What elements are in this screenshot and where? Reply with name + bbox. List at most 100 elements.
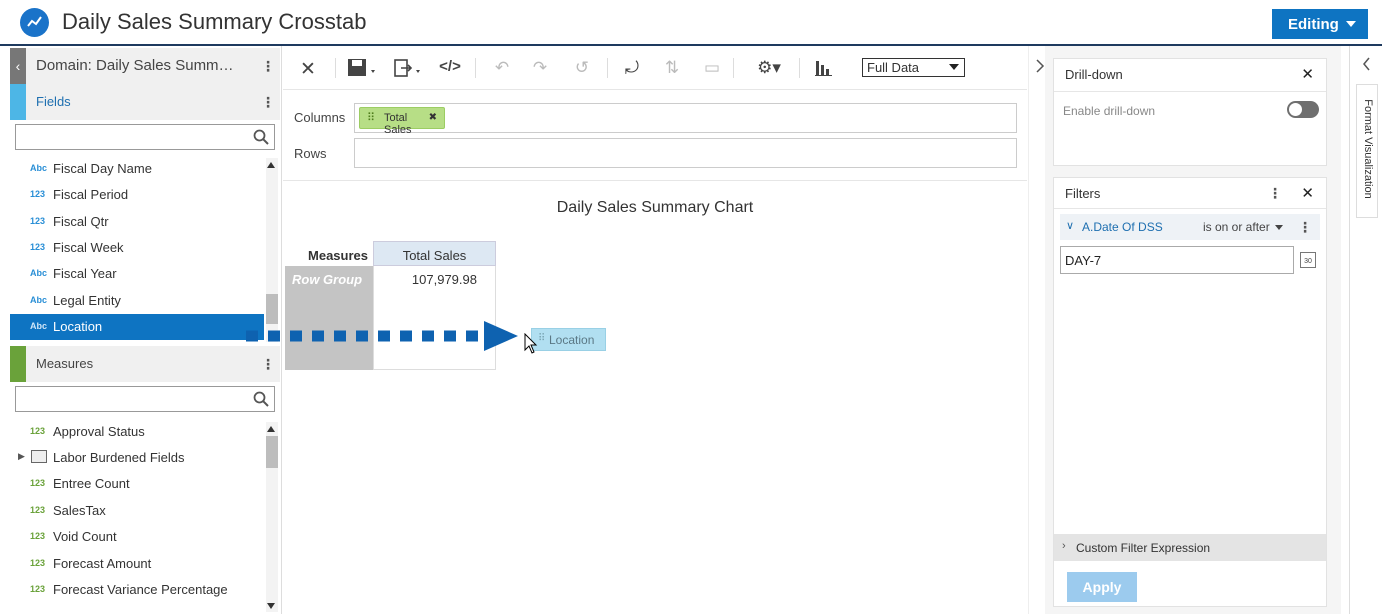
right-panel-collapse[interactable]: [1028, 46, 1046, 614]
folder-icon: [31, 450, 47, 463]
measure-item[interactable]: 123 Forecast Amount: [10, 551, 264, 577]
measure-item[interactable]: 123 Void Count: [10, 524, 264, 550]
number-type-icon: 123: [30, 242, 46, 252]
rows-shelf[interactable]: [354, 138, 1017, 168]
filter-menu-icon[interactable]: ⋮: [1298, 219, 1312, 235]
text-type-icon: Abc: [30, 163, 48, 173]
custom-filter-expression[interactable]: › Custom Filter Expression: [1054, 534, 1326, 561]
measures-menu-icon[interactable]: ⋮: [261, 356, 275, 372]
expand-triangle-icon[interactable]: ▶: [18, 451, 25, 462]
scroll-up-icon[interactable]: [267, 426, 275, 432]
layout-icon[interactable]: ▭: [701, 58, 723, 78]
filters-menu-icon[interactable]: ⋮: [1268, 185, 1282, 201]
card-divider: [1054, 91, 1326, 92]
text-type-icon: Abc: [30, 295, 48, 305]
field-item[interactable]: Abc Fiscal Year: [10, 261, 264, 287]
filter-value-input[interactable]: DAY-7: [1060, 246, 1294, 274]
field-item-location-selected[interactable]: Abc Location: [10, 314, 264, 340]
data-mode-select[interactable]: Full Data: [862, 58, 965, 77]
measure-label: Approval Status: [53, 424, 145, 439]
field-item[interactable]: 123 Fiscal Qtr: [10, 209, 264, 235]
redo-icon[interactable]: ↷: [529, 58, 551, 78]
apply-button[interactable]: Apply: [1067, 572, 1137, 602]
measure-label: Forecast Amount: [53, 556, 152, 571]
measure-item[interactable]: 123 SalesTax: [10, 498, 264, 524]
columns-shelf[interactable]: ⠿ Total Sales ✖: [354, 103, 1017, 136]
scroll-up-icon[interactable]: [267, 162, 275, 168]
drilldown-toggle[interactable]: [1287, 101, 1319, 118]
number-type-icon: 123: [30, 426, 46, 436]
filter-field-label: A.Date Of DSS: [1082, 220, 1163, 234]
field-item[interactable]: Abc Legal Entity: [10, 288, 264, 314]
collapse-panel-icon[interactable]: ‹: [10, 48, 26, 84]
measure-item[interactable]: 123 Forecast Variance Percentage: [10, 577, 264, 603]
number-type-icon: 123: [30, 558, 46, 568]
number-type-icon: 123: [30, 478, 46, 488]
undo-icon[interactable]: ↶: [491, 58, 513, 78]
number-type-icon: 123: [30, 216, 46, 226]
close-icon[interactable]: ✕: [1301, 184, 1314, 202]
close-icon[interactable]: ✕: [1301, 65, 1314, 83]
sort-icon[interactable]: ⇅: [661, 58, 683, 78]
crosstab-measures-label: Measures: [308, 248, 368, 263]
field-label: Legal Entity: [53, 293, 121, 308]
drag-handle-icon[interactable]: ⠿: [367, 111, 375, 124]
code-icon[interactable]: </>: [437, 58, 463, 78]
fields-section-label: Fields: [36, 94, 71, 109]
pivot-icon[interactable]: ⤾: [621, 58, 643, 78]
measures-search-input[interactable]: [15, 386, 275, 412]
revert-icon[interactable]: ↺: [571, 58, 593, 78]
domain-label[interactable]: Domain: Daily Sales Summ…: [36, 57, 234, 74]
toolbar-divider: [733, 58, 734, 78]
remove-pill-icon[interactable]: ✖: [429, 112, 437, 123]
fields-menu-icon[interactable]: ⋮: [261, 94, 275, 110]
app-logo-icon: [20, 8, 49, 37]
fields-section-header: Fields ⋮: [10, 84, 280, 120]
chevron-down-icon[interactable]: ∨: [1066, 219, 1074, 232]
field-item[interactable]: 123 Fiscal Period: [10, 182, 264, 208]
toolbar-divider: [475, 58, 476, 78]
app-header: Daily Sales Summary Crosstab Editing: [0, 0, 1382, 46]
search-icon[interactable]: [253, 391, 269, 407]
calendar-icon[interactable]: 30: [1300, 252, 1316, 268]
filter-row[interactable]: ∨ A.Date Of DSS is on or after ⋮: [1060, 214, 1320, 240]
measures-scroll-thumb[interactable]: [266, 436, 278, 468]
chart-title: Daily Sales Summary Chart: [556, 199, 754, 216]
field-item[interactable]: 123 Fiscal Week: [10, 235, 264, 261]
fields-scrollbar[interactable]: [266, 158, 278, 342]
dragged-location-pill[interactable]: ⠿ Location: [531, 328, 606, 351]
field-item[interactable]: Abc Fiscal Day Name: [10, 156, 264, 182]
mouse-cursor-icon: [524, 333, 538, 354]
data-mode-value: Full Data: [867, 60, 920, 75]
chart-type-icon[interactable]: [813, 58, 835, 78]
toggle-knob: [1289, 103, 1302, 116]
measures-scrollbar[interactable]: [266, 422, 278, 612]
toolbar-divider: [335, 58, 336, 78]
crosstab-column-header[interactable]: Total Sales: [373, 241, 496, 266]
format-visualization-strip: Format Visualization: [1349, 46, 1382, 614]
toolbar: ✕ </> ↶ ↷ ↺ ⤾ ⇅ ▭ ⚙▾ Full Data: [283, 46, 1027, 90]
close-icon[interactable]: ✕: [299, 58, 317, 80]
export-icon[interactable]: [393, 58, 425, 78]
measure-folder[interactable]: ▶ Labor Burdened Fields: [10, 445, 264, 471]
measure-item[interactable]: 123 Entree Count: [10, 471, 264, 497]
domain-menu-icon[interactable]: ⋮: [261, 58, 275, 74]
save-icon[interactable]: [347, 58, 379, 78]
columns-shelf-label: Columns: [294, 110, 346, 125]
toolbar-divider: [607, 58, 608, 78]
total-sales-pill[interactable]: ⠿ Total Sales ✖: [359, 107, 445, 136]
fields-search-input[interactable]: [15, 124, 275, 150]
section-divider: [283, 180, 1027, 181]
chevron-right-icon: ›: [1062, 540, 1066, 552]
measure-item[interactable]: 123 Approval Status: [10, 419, 264, 445]
filter-operator[interactable]: is on or after: [1203, 220, 1270, 234]
number-type-icon: 123: [30, 531, 46, 541]
gear-icon[interactable]: ⚙▾: [753, 58, 785, 78]
format-visualization-tab[interactable]: Format Visualization: [1356, 84, 1378, 218]
scroll-down-icon[interactable]: [267, 603, 275, 609]
search-icon[interactable]: [253, 129, 269, 145]
chevron-left-icon[interactable]: [1360, 54, 1374, 74]
field-label: Fiscal Day Name: [53, 161, 152, 176]
chevron-down-icon[interactable]: [1275, 225, 1283, 230]
editing-mode-button[interactable]: Editing: [1272, 9, 1368, 39]
